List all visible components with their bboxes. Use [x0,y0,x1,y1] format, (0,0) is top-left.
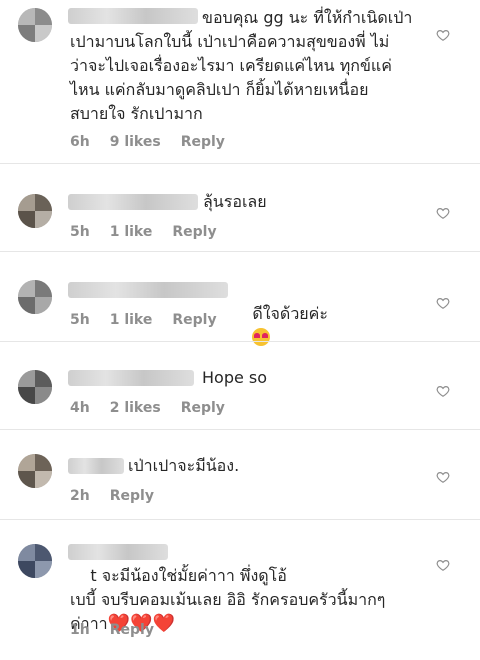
heart-outline-icon[interactable] [436,470,450,484]
heart-outline-icon[interactable] [436,558,450,572]
avatar[interactable] [18,8,52,42]
comment-item: เป่าเปาจะมีน้อง. 2h Reply [0,430,480,518]
comment-item: ขอบคุณ gg นะ ที่ให้กำเนิดเป่า เปามาบนโลก… [0,0,480,160]
comment-text: ลุ้นรอเลย [203,192,267,211]
comment-text: เป่าเปาจะมีน้อง. [128,456,240,475]
comment-time: 6h [70,134,90,150]
avatar[interactable] [18,370,52,404]
username-blurred[interactable] [68,194,198,210]
comment-text: ขอบคุณ gg นะ ที่ให้กำเนิดเป่า เปามาบนโลก… [70,8,413,123]
avatar[interactable] [18,280,52,314]
comment-item: ลุ้นรอเลย 5h 1 like Reply [0,164,480,250]
comment-time: 5h [70,312,90,328]
likes-count[interactable]: 1 like [110,312,153,328]
reply-button[interactable]: Reply [172,224,216,240]
comment-text: Hope so [202,368,268,387]
comment-time: 2h [70,488,90,504]
reply-button[interactable]: Reply [181,400,225,416]
comment-meta: 6h 9 likes Reply [70,134,245,150]
reply-button[interactable]: Reply [181,134,225,150]
comment-item: ดีใจด้วยค่ะ 5h 1 like Reply [0,252,480,346]
comment-item: Hope so 4h 2 likes Reply [0,342,480,428]
comment-text: t จะมีน้องใช่มั้ยค่าาา พึ่งดูโอ้ เบบี้ จ… [70,540,430,660]
comment-time: 1h [70,622,90,638]
avatar[interactable] [18,544,52,578]
username-blurred[interactable] [68,370,194,386]
avatar[interactable] [18,194,52,228]
reply-button[interactable]: Reply [110,622,154,638]
heart-outline-icon[interactable] [436,296,450,310]
comment-meta: 1h Reply [70,622,174,638]
reply-button[interactable]: Reply [172,312,216,328]
likes-count[interactable]: 1 like [110,224,153,240]
username-blurred[interactable] [68,282,228,298]
comment-meta: 2h Reply [70,488,174,504]
likes-count[interactable]: 9 likes [110,134,161,150]
comment-text-body: ดีใจด้วยค่ะ [252,304,328,323]
reply-button[interactable]: Reply [110,488,154,504]
comment-item: t จะมีน้องใช่มั้ยค่าาา พึ่งดูโอ้ เบบี้ จ… [0,520,480,649]
avatar[interactable] [18,454,52,488]
username-blurred[interactable] [68,458,124,474]
comment-meta: 4h 2 likes Reply [70,400,245,416]
comment-time: 4h [70,400,90,416]
comment-time: 5h [70,224,90,240]
comment-meta: 5h 1 like Reply [70,224,237,240]
likes-count[interactable]: 2 likes [110,400,161,416]
comment-meta: 5h 1 like Reply [70,312,237,328]
heart-outline-icon[interactable] [436,384,450,398]
heart-outline-icon[interactable] [436,206,450,220]
heart-outline-icon[interactable] [436,28,450,42]
